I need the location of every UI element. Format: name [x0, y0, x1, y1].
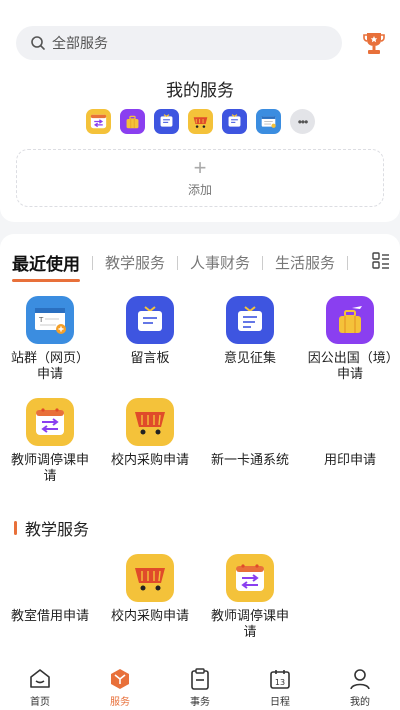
service-classroom-borrow[interactable]: 教室借用申请: [0, 554, 100, 640]
nav-label: 我的: [350, 697, 370, 708]
service-label: 意见征集: [223, 350, 276, 365]
tab-divider: [347, 255, 349, 270]
survey-icon[interactable]: [222, 109, 247, 134]
service-seal[interactable]: 用印申请: [300, 398, 400, 484]
service-abroad[interactable]: 因公出国（境）申请: [300, 296, 400, 382]
tab-recent[interactable]: 最近使用: [12, 250, 80, 275]
site-apply-icon[interactable]: [256, 109, 281, 134]
tab-hr-finance[interactable]: 人事财务: [190, 252, 250, 273]
service-label: 留言板: [130, 350, 170, 365]
bottom-nav: 首页 服务 事务 13 日程 我的: [0, 664, 400, 710]
service-label: 校内采购申请: [110, 608, 189, 623]
service-label: 用印申请: [323, 452, 376, 467]
feedback-icon[interactable]: [154, 109, 179, 134]
course-change-icon: [226, 554, 274, 602]
service-label: 因公出国（境）申请: [307, 350, 393, 381]
trophy-icon[interactable]: [362, 30, 386, 56]
add-service-button[interactable]: + 添加: [16, 149, 384, 207]
tab-active-indicator: [12, 279, 80, 282]
tab-bar: 最近使用 教学服务 人事财务 生活服务: [12, 250, 360, 275]
service-site-apply[interactable]: T 站群（网页）申请: [0, 296, 100, 382]
top-card: 全部服务 我的服务 ••• + 添加: [0, 0, 400, 222]
search-bar[interactable]: 全部服务: [16, 26, 342, 60]
service-label: 教师调停课申请: [210, 608, 289, 639]
service-label: 新一卡通系统: [210, 452, 289, 467]
teaching-row: 教室借用申请 校内采购申请 教师调停课申请: [0, 554, 400, 640]
my-services-row: •••: [86, 109, 315, 134]
tab-divider: [177, 255, 179, 270]
abroad-icon: [326, 296, 374, 344]
nav-profile[interactable]: 我的: [320, 664, 400, 710]
calendar-icon: 13: [270, 670, 290, 689]
service-label: 站群（网页）申请: [10, 350, 89, 381]
service-course-change[interactable]: 教师调停课申请: [200, 554, 300, 640]
nav-label: 服务: [110, 697, 130, 708]
recent-row-2: 教师调停课申请 校内采购申请 新一卡通系统 用印申请: [0, 398, 400, 484]
site-apply-icon: T: [26, 296, 74, 344]
service-icon: [111, 669, 129, 689]
nav-calendar[interactable]: 13 日程: [240, 664, 320, 710]
search-icon: [31, 36, 45, 50]
message-board-icon: [126, 296, 174, 344]
course-change-icon[interactable]: [86, 109, 111, 134]
course-change-icon: [26, 398, 74, 446]
svg-text:T: T: [38, 316, 44, 324]
affairs-icon: [191, 668, 209, 690]
service-new-card-system[interactable]: 新一卡通系统: [200, 398, 300, 484]
purchase-icon: [126, 554, 174, 602]
service-purchase[interactable]: 校内采购申请: [100, 398, 200, 484]
recent-row-1: T 站群（网页）申请 留言板 意见征集 因公出国（境）申请: [0, 296, 400, 382]
nav-home[interactable]: 首页: [0, 664, 80, 710]
tab-teaching[interactable]: 教学服务: [105, 252, 165, 273]
survey-icon: [226, 296, 274, 344]
service-label: 教师调停课申请: [10, 452, 89, 483]
home-icon: [30, 669, 50, 688]
tab-life[interactable]: 生活服务: [275, 252, 335, 273]
tab-divider: [262, 255, 264, 270]
more-icon[interactable]: •••: [290, 109, 315, 134]
main-card: 最近使用 教学服务 人事财务 生活服务 T 站群（网页）申请 留言板 意见征集 …: [0, 234, 400, 664]
nav-label: 事务: [190, 697, 210, 708]
section-accent-bar: [14, 521, 17, 535]
nav-label: 首页: [30, 697, 50, 708]
add-label: 添加: [187, 182, 212, 197]
profile-icon: [350, 669, 370, 690]
plus-icon: +: [193, 154, 207, 180]
tab-divider: [92, 255, 93, 270]
purchase-icon: [126, 398, 174, 446]
nav-affairs[interactable]: 事务: [160, 664, 240, 710]
teaching-section-header: 教学服务: [14, 516, 89, 540]
abroad-icon[interactable]: [120, 109, 145, 134]
service-purchase[interactable]: 校内采购申请: [100, 554, 200, 640]
search-placeholder: 全部服务: [52, 35, 108, 51]
calendar-day: 13: [275, 678, 285, 687]
service-label: 教室借用申请: [10, 608, 89, 623]
my-services-title: 我的服务: [166, 81, 234, 100]
nav-label: 日程: [270, 697, 290, 708]
purchase-icon[interactable]: [188, 109, 213, 134]
service-course-change[interactable]: 教师调停课申请: [0, 398, 100, 484]
service-message-board[interactable]: 留言板: [100, 296, 200, 382]
service-survey[interactable]: 意见征集: [200, 296, 300, 382]
nav-service[interactable]: 服务: [80, 664, 160, 710]
service-label: 校内采购申请: [110, 452, 189, 467]
category-grid-icon[interactable]: [372, 252, 390, 270]
section-title: 教学服务: [25, 522, 90, 539]
